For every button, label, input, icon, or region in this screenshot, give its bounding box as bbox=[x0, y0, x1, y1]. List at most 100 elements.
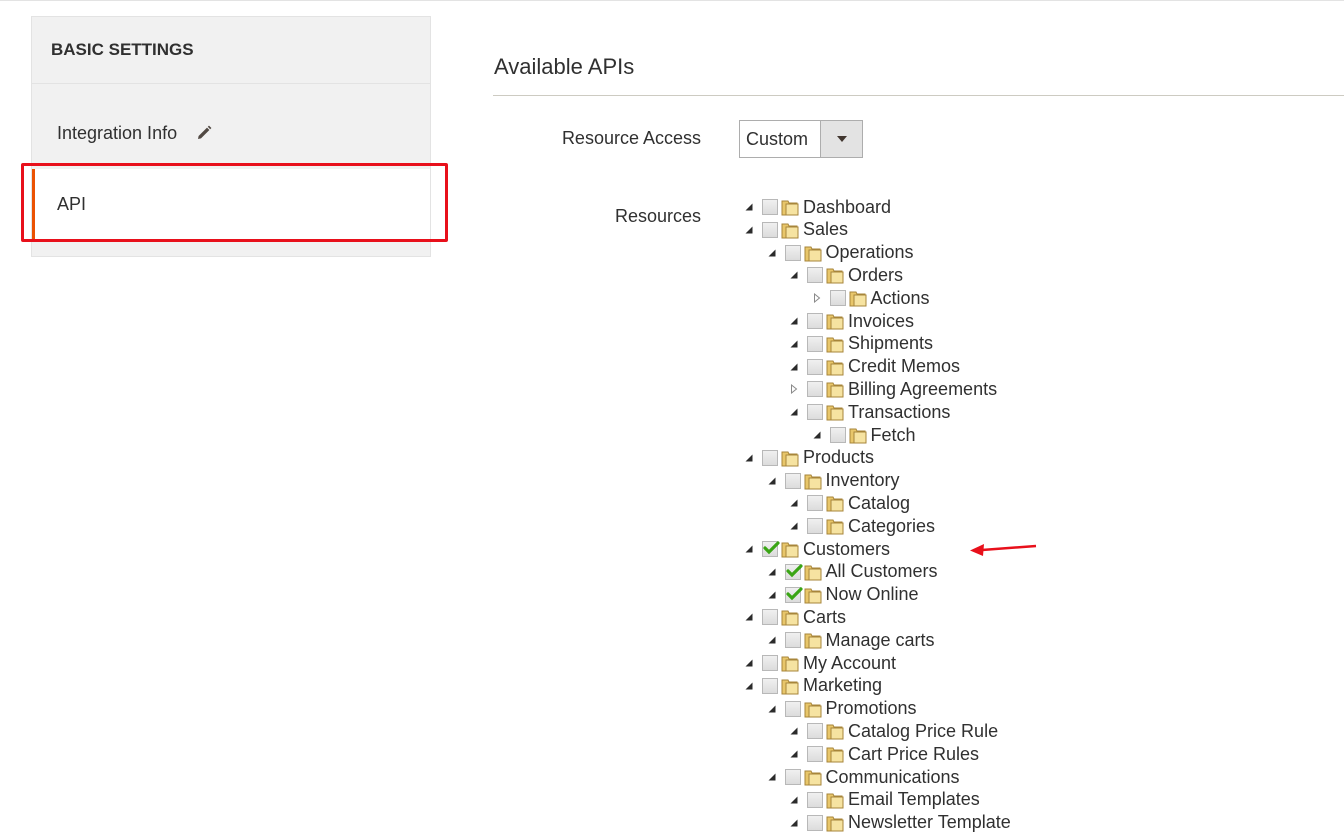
expanded-triangle-icon[interactable] bbox=[789, 316, 799, 326]
expanded-triangle-icon[interactable] bbox=[767, 704, 777, 714]
expanded-triangle-icon[interactable] bbox=[744, 453, 754, 463]
tree-node[interactable]: Catalog bbox=[789, 492, 910, 514]
tree-node-label[interactable]: All Customers bbox=[826, 561, 938, 582]
tree-node[interactable]: Fetch bbox=[812, 424, 916, 446]
expanded-triangle-icon[interactable] bbox=[789, 362, 799, 372]
checkbox[interactable] bbox=[762, 199, 778, 215]
tree-node-label[interactable]: Inventory bbox=[826, 470, 900, 491]
tree-node[interactable]: My Account bbox=[744, 652, 896, 674]
checkbox[interactable] bbox=[762, 449, 778, 466]
expanded-triangle-icon[interactable] bbox=[789, 270, 799, 280]
checkbox[interactable] bbox=[784, 472, 801, 489]
expanded-triangle-icon[interactable] bbox=[767, 635, 777, 645]
tree-node[interactable]: Inventory bbox=[767, 470, 900, 492]
tree-node-label[interactable]: Manage carts bbox=[826, 630, 935, 651]
expanded-triangle-icon[interactable] bbox=[789, 498, 799, 508]
expanded-triangle-icon[interactable] bbox=[744, 225, 754, 235]
tree-node-label[interactable]: Actions bbox=[871, 288, 930, 309]
dropdown-button[interactable] bbox=[820, 121, 862, 157]
tree-node[interactable]: Operations bbox=[767, 242, 914, 264]
checkbox[interactable] bbox=[784, 769, 801, 785]
tree-node-label[interactable]: Dashboard bbox=[803, 197, 891, 218]
tree-node[interactable]: All Customers bbox=[767, 561, 938, 583]
checkbox[interactable] bbox=[807, 381, 823, 398]
checkbox[interactable] bbox=[762, 677, 778, 694]
tree-node[interactable]: Cart Price Rules bbox=[789, 743, 979, 765]
checkbox[interactable] bbox=[807, 335, 823, 352]
tree-node[interactable]: Credit Memos bbox=[789, 356, 960, 378]
tree-node-label[interactable]: Operations bbox=[826, 242, 914, 263]
tree-node[interactable]: Communications bbox=[767, 766, 960, 788]
collapsed-triangle-icon[interactable] bbox=[789, 384, 799, 395]
checkbox[interactable] bbox=[807, 313, 823, 329]
tree-node-label[interactable]: Transactions bbox=[848, 402, 950, 423]
tree-node[interactable]: Actions bbox=[812, 287, 930, 309]
tree-node-label[interactable]: Sales bbox=[803, 219, 848, 240]
tree-node[interactable]: Invoices bbox=[789, 310, 914, 332]
tree-node-label[interactable]: Email Templates bbox=[848, 789, 980, 810]
checkbox[interactable] bbox=[762, 609, 778, 626]
expanded-triangle-icon[interactable] bbox=[767, 772, 777, 782]
checkbox[interactable] bbox=[807, 814, 823, 831]
expanded-triangle-icon[interactable] bbox=[812, 430, 822, 440]
tree-node[interactable]: Carts bbox=[744, 606, 846, 628]
expanded-triangle-icon[interactable] bbox=[789, 339, 799, 349]
tree-node[interactable]: Email Templates bbox=[789, 789, 980, 811]
tree-node-label[interactable]: Billing Agreements bbox=[848, 379, 997, 400]
checkbox[interactable] bbox=[784, 632, 801, 649]
tree-node-label[interactable]: Carts bbox=[803, 607, 846, 628]
tree-node-label[interactable]: Promotions bbox=[826, 698, 917, 719]
tree-node[interactable]: Promotions bbox=[767, 698, 917, 720]
checkbox[interactable] bbox=[784, 244, 801, 261]
expanded-triangle-icon[interactable] bbox=[789, 818, 799, 828]
expanded-triangle-icon[interactable] bbox=[767, 590, 777, 600]
expanded-triangle-icon[interactable] bbox=[789, 726, 799, 736]
checkbox[interactable] bbox=[762, 221, 778, 238]
tree-node-label[interactable]: Catalog bbox=[848, 493, 910, 514]
checked-checkbox[interactable] bbox=[784, 563, 803, 580]
tree-node[interactable]: Marketing bbox=[744, 675, 882, 697]
tree-node-label[interactable]: Categories bbox=[848, 516, 935, 537]
tree-node-label[interactable]: Cart Price Rules bbox=[848, 744, 979, 765]
tree-node-label[interactable]: Newsletter Template bbox=[848, 812, 1011, 833]
checkbox[interactable] bbox=[807, 495, 823, 512]
expanded-triangle-icon[interactable] bbox=[789, 407, 799, 417]
checked-checkbox[interactable] bbox=[762, 541, 780, 557]
sidebar-item-integration-info[interactable]: Integration Info bbox=[32, 98, 430, 168]
tree-node[interactable]: Categories bbox=[789, 515, 935, 537]
checkbox[interactable] bbox=[807, 746, 823, 763]
checkbox[interactable] bbox=[807, 404, 823, 421]
expanded-triangle-icon[interactable] bbox=[744, 612, 754, 622]
expanded-triangle-icon[interactable] bbox=[744, 202, 754, 212]
tree-node-label[interactable]: Shipments bbox=[848, 333, 933, 354]
expanded-triangle-icon[interactable] bbox=[789, 749, 799, 759]
expanded-triangle-icon[interactable] bbox=[767, 567, 777, 577]
tree-node-label[interactable]: Catalog Price Rule bbox=[848, 721, 998, 742]
tree-node-label[interactable]: Invoices bbox=[848, 311, 914, 332]
collapsed-triangle-icon[interactable] bbox=[812, 293, 822, 304]
expanded-triangle-icon[interactable] bbox=[789, 795, 799, 805]
tree-node[interactable]: Sales bbox=[744, 219, 848, 241]
expanded-triangle-icon[interactable] bbox=[744, 658, 754, 668]
expanded-triangle-icon[interactable] bbox=[744, 681, 754, 691]
tree-node[interactable]: Billing Agreements bbox=[789, 378, 997, 400]
tree-node[interactable]: Customers bbox=[744, 538, 890, 560]
checkbox[interactable] bbox=[807, 267, 823, 284]
tree-node[interactable]: Catalog Price Rule bbox=[789, 720, 998, 742]
tree-node-label[interactable]: Marketing bbox=[803, 675, 882, 696]
resource-access-select[interactable]: Custom bbox=[739, 120, 863, 158]
tree-node-label[interactable]: Orders bbox=[848, 265, 903, 286]
tree-node[interactable]: Manage carts bbox=[767, 629, 935, 651]
sidebar-item-api[interactable]: API bbox=[32, 169, 430, 239]
checkbox[interactable] bbox=[807, 723, 823, 740]
tree-node-label[interactable]: Products bbox=[803, 447, 874, 468]
tree-node-label[interactable]: Fetch bbox=[871, 425, 916, 446]
checked-checkbox[interactable] bbox=[784, 586, 803, 603]
tree-node[interactable]: Transactions bbox=[789, 401, 950, 423]
expanded-triangle-icon[interactable] bbox=[744, 544, 754, 554]
checkbox[interactable] bbox=[807, 358, 823, 375]
checkbox[interactable] bbox=[807, 518, 823, 535]
expanded-triangle-icon[interactable] bbox=[767, 248, 777, 258]
tree-node[interactable]: Newsletter Template bbox=[789, 812, 1011, 834]
tree-node[interactable]: Products bbox=[744, 447, 874, 469]
